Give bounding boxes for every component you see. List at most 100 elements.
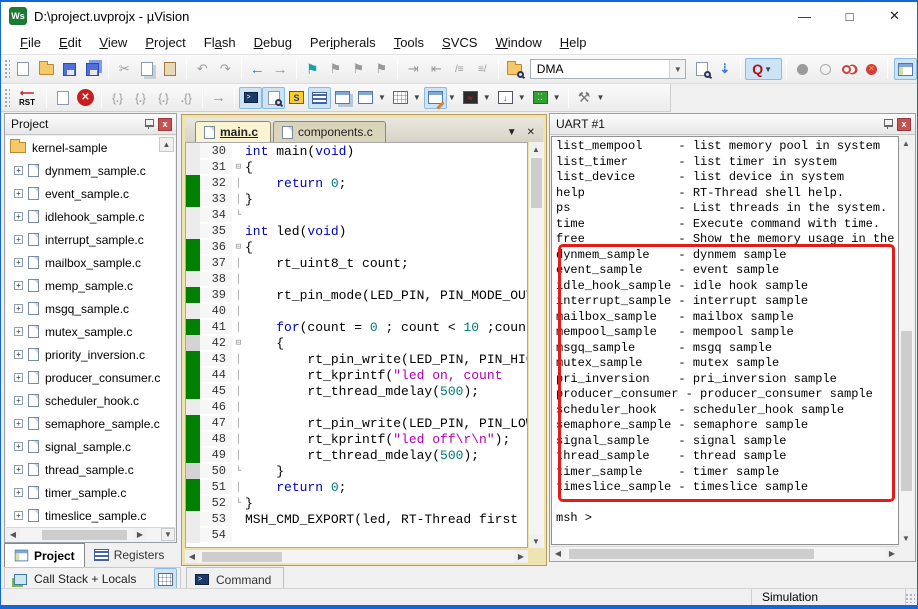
chevron-down-icon[interactable]: ▼ bbox=[447, 93, 459, 102]
tree-item[interactable]: + thread_sample.c bbox=[6, 458, 175, 481]
memory-button[interactable] bbox=[154, 568, 177, 590]
tree-hscrollbar[interactable]: ◀ ▶ ▼ bbox=[6, 527, 175, 541]
scroll-thumb[interactable] bbox=[569, 549, 814, 559]
expand-icon[interactable]: + bbox=[14, 258, 23, 267]
menu-window[interactable]: Window bbox=[486, 32, 550, 53]
expand-icon[interactable]: + bbox=[14, 281, 23, 290]
bookmark-prev-icon[interactable]: ⚑ bbox=[347, 58, 370, 80]
uart-windows-button[interactable] bbox=[423, 86, 447, 110]
system-viewer-button[interactable]: ↓ bbox=[494, 87, 517, 109]
menu-help[interactable]: Help bbox=[551, 32, 596, 53]
resize-grip[interactable] bbox=[905, 593, 915, 603]
fold-toggle-icon[interactable]: ⊟ bbox=[232, 162, 245, 172]
tree-item[interactable]: + idlehook_sample.c bbox=[6, 205, 175, 228]
paste-icon[interactable] bbox=[159, 58, 182, 80]
close-button[interactable]: ✕ bbox=[872, 2, 917, 30]
step-out-icon[interactable]: {᎐} bbox=[152, 87, 175, 109]
menu-tools[interactable]: Tools bbox=[385, 32, 433, 53]
scroll-thumb[interactable] bbox=[531, 158, 542, 208]
uart-hscrollbar[interactable]: ◀ ▶ bbox=[551, 546, 899, 560]
scroll-left-icon[interactable]: ◀ bbox=[185, 550, 199, 563]
expand-icon[interactable]: + bbox=[14, 465, 23, 474]
incremental-find-icon[interactable]: ⇣ bbox=[713, 58, 736, 80]
pin-icon[interactable] bbox=[143, 118, 155, 130]
close-icon[interactable]: x bbox=[897, 117, 911, 131]
step-into-icon[interactable]: {᎐} bbox=[106, 87, 129, 109]
uart-console[interactable]: list_mempool - list memory pool in syste… bbox=[551, 136, 899, 545]
uart-vscrollbar[interactable]: ▲ ▼ bbox=[899, 136, 914, 545]
copy-icon[interactable] bbox=[136, 58, 159, 80]
navigate-back-icon[interactable]: ← bbox=[246, 58, 269, 80]
find-in-document-icon[interactable] bbox=[690, 58, 713, 80]
bookmark-toggle-icon[interactable]: ⚑ bbox=[301, 58, 324, 80]
open-file-button[interactable] bbox=[35, 58, 58, 80]
tab-main-c[interactable]: main.c bbox=[195, 121, 272, 142]
save-all-button[interactable] bbox=[81, 58, 104, 80]
scroll-thumb[interactable] bbox=[202, 552, 282, 562]
logic-analyzer-button[interactable]: ≈ bbox=[459, 87, 482, 109]
comment-icon[interactable]: /≡ bbox=[448, 58, 471, 80]
tree-item[interactable]: + semaphore_sample.c bbox=[6, 412, 175, 435]
indent-icon[interactable]: ⇥ bbox=[402, 58, 425, 80]
watch-windows-button[interactable] bbox=[354, 87, 377, 109]
expand-icon[interactable]: + bbox=[14, 419, 23, 428]
maximize-button[interactable]: □ bbox=[827, 2, 872, 30]
breakpoint-kill-all-icon[interactable]: ✕ bbox=[860, 58, 883, 80]
tree-item[interactable]: + timer_sample.c bbox=[6, 481, 175, 504]
debug-settings-icon[interactable]: ⚒ bbox=[573, 87, 596, 109]
editor-hscrollbar[interactable]: ◀ ▶ bbox=[185, 549, 528, 563]
expand-icon[interactable]: + bbox=[14, 488, 23, 497]
chevron-down-icon[interactable]: ▼ bbox=[552, 93, 564, 102]
registers-window-button[interactable] bbox=[308, 86, 331, 109]
tree-item[interactable]: + mailbox_sample.c bbox=[6, 251, 175, 274]
expand-icon[interactable]: + bbox=[14, 350, 23, 359]
unindent-icon[interactable]: ⇤ bbox=[425, 58, 448, 80]
menu-edit[interactable]: Edit bbox=[50, 32, 90, 53]
uncomment-icon[interactable]: ≡/ bbox=[471, 58, 494, 80]
chevron-down-icon[interactable]: ▼ bbox=[412, 93, 424, 102]
scroll-up-icon[interactable]: ▲ bbox=[529, 142, 543, 156]
expand-icon[interactable]: + bbox=[14, 235, 23, 244]
breakpoint-enable-icon[interactable] bbox=[814, 58, 837, 80]
tree-item[interactable]: + interrupt_sample.c bbox=[6, 228, 175, 251]
tree-root[interactable]: kernel-sample bbox=[6, 136, 175, 159]
scroll-up-icon[interactable]: ▲ bbox=[899, 136, 913, 150]
save-button[interactable] bbox=[58, 58, 81, 80]
disassembly-window-button[interactable] bbox=[262, 86, 285, 109]
find-combobox[interactable]: DMA ▼ bbox=[529, 59, 687, 79]
run-to-cursor-icon[interactable]: ᎐{} bbox=[175, 87, 198, 109]
tree-scroll-down-button[interactable]: ▼ bbox=[161, 528, 175, 541]
scroll-right-icon[interactable]: ▶ bbox=[133, 528, 147, 541]
minimize-button[interactable]: — bbox=[782, 2, 827, 30]
expand-icon[interactable]: + bbox=[14, 396, 23, 405]
tree-item[interactable]: + memp_sample.c bbox=[6, 274, 175, 297]
tree-item[interactable]: + signal_sample.c bbox=[6, 435, 175, 458]
tree-item[interactable]: + priority_inversion.c bbox=[6, 343, 175, 366]
tab-close-icon[interactable]: ✕ bbox=[527, 127, 535, 138]
editor-vscrollbar[interactable]: ▲ ▼ bbox=[529, 142, 544, 548]
chevron-down-icon[interactable]: ▼ bbox=[669, 60, 686, 78]
menu-svcs[interactable]: SVCS bbox=[433, 32, 486, 53]
tree-item[interactable]: + msgq_sample.c bbox=[6, 297, 175, 320]
bookmark-clear-icon[interactable]: ⚑ bbox=[370, 58, 393, 80]
redo-icon[interactable]: ↷ bbox=[214, 58, 237, 80]
scroll-left-icon[interactable]: ◀ bbox=[551, 547, 565, 560]
menu-project[interactable]: Project bbox=[136, 32, 194, 53]
scroll-thumb[interactable] bbox=[901, 331, 912, 491]
tab-list-icon[interactable]: ▼ bbox=[507, 127, 517, 138]
tree-item[interactable]: + mutex_sample.c bbox=[6, 320, 175, 343]
tree-item[interactable]: + timeslice_sample.c bbox=[6, 504, 175, 527]
chevron-down-icon[interactable]: ▼ bbox=[517, 93, 529, 102]
breakpoint-disable-all-icon[interactable] bbox=[837, 58, 860, 80]
tab-components-c[interactable]: components.c bbox=[273, 121, 386, 142]
expand-icon[interactable]: + bbox=[14, 189, 23, 198]
chevron-down-icon[interactable]: ▼ bbox=[482, 93, 494, 102]
toolbox-button[interactable]: ⁚⁚ bbox=[529, 87, 552, 109]
navigate-forward-icon[interactable]: → bbox=[269, 58, 292, 80]
serial-windows-button[interactable] bbox=[331, 87, 354, 109]
expand-icon[interactable]: + bbox=[14, 511, 23, 520]
reset-button[interactable]: ⟵ RST bbox=[12, 87, 42, 109]
expand-icon[interactable]: + bbox=[14, 442, 23, 451]
stop-button[interactable]: ✕ bbox=[74, 87, 97, 109]
undo-icon[interactable]: ↶ bbox=[191, 58, 214, 80]
